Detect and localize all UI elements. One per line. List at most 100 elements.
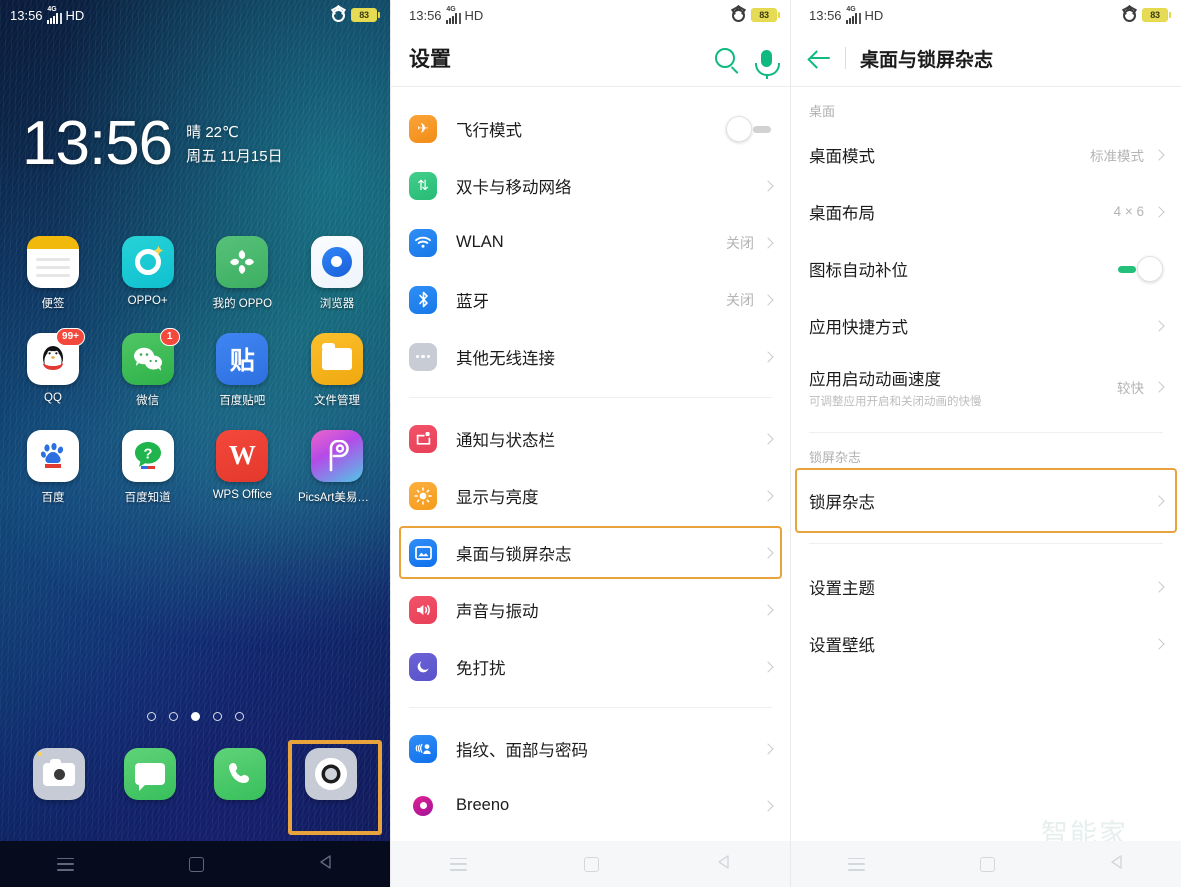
notes-icon[interactable] [27,235,79,288]
detail-row-app-shortcuts[interactable]: 应用快捷方式 [791,297,1181,354]
row-label: 飞行模式 [456,121,522,140]
page-indicator[interactable] [0,712,390,721]
app-tieba[interactable]: 贴 百度贴吧 [203,332,281,408]
detail-row-app-launch-animation-speed[interactable]: 应用启动动画速度 可调整应用开启和关闭动画的快慢 较快 [791,354,1181,420]
detail-row-desktop-layout[interactable]: 桌面布局 4 × 6 [791,183,1181,240]
chevron-right-icon [1153,205,1165,218]
home-icon[interactable] [188,856,204,872]
app-baidu[interactable]: 百度 [14,429,92,505]
settings-gear-icon[interactable] [304,748,357,800]
row-label: 声音与振动 [456,602,539,621]
app-label: 百度知道 [124,491,171,504]
settings-row-dual-sim[interactable]: ⇅ 双卡与移动网络 [391,157,790,214]
row-label: Breeno [456,796,510,814]
menu-icon[interactable] [449,857,467,871]
app-label: OPPO+ [127,294,168,307]
settings-row-airplane-mode[interactable]: ✈ 飞行模式 [391,100,790,157]
my-oppo-icon[interactable] [216,235,269,288]
browser-icon[interactable] [310,235,363,288]
app-oppo-plus[interactable]: ✦ OPPO+ [109,235,187,311]
status-time: 13:56 [809,7,842,23]
chevron-right-icon [762,603,774,616]
picsart-icon[interactable] [310,429,363,482]
row-label: 设置壁纸 [809,636,875,655]
detail-row-desktop-mode[interactable]: 桌面模式 标准模式 [791,126,1181,183]
settings-row-other-wireless[interactable]: 其他无线连接 [391,328,790,385]
row-label: 免打扰 [456,659,506,678]
settings-row-wlan[interactable]: WLAN 关闭 [391,214,790,271]
app-browser[interactable]: 浏览器 [298,235,376,311]
settings-row-desktop-lockscreen[interactable]: 桌面与锁屏杂志 [391,524,790,581]
home-icon[interactable] [979,856,995,872]
app-wechat[interactable]: 1 微信 [109,327,187,408]
wps-office-icon[interactable]: W [216,429,269,482]
settings-row-display-brightness[interactable]: 显示与亮度 [391,467,790,524]
oppo-plus-icon[interactable]: ✦ [121,235,174,288]
settings-row-fingerprint-face-password[interactable]: 指纹、面部与密码 [391,720,790,777]
row-label: 指纹、面部与密码 [456,741,588,760]
home-screen-panel: 13:56 4G HD 83 13:56 晴 22℃ 周五 11月15日 便签 … [0,0,390,887]
qq-icon[interactable]: 99+ [27,327,85,385]
settings-panel: 13:56 4G HD 83 设置 ✈ 飞行模式 ⇅ 双卡与移动网络 WLAN … [390,0,790,887]
nav-bar-home [0,841,390,887]
app-file-manager[interactable]: 文件管理 [298,332,376,408]
detail-row-set-wallpaper[interactable]: 设置壁纸 [791,615,1181,672]
chevron-right-icon [762,489,774,502]
tieba-icon[interactable]: 贴 [216,332,269,385]
app-my-oppo[interactable]: 我的 OPPO [203,235,281,311]
home-icon[interactable] [584,856,600,872]
settings-row-do-not-disturb[interactable]: 免打扰 [391,638,790,695]
search-icon[interactable] [715,48,735,68]
file-manager-icon[interactable] [310,332,363,385]
page-dot-active[interactable] [190,712,200,721]
dock-item-phone[interactable] [201,748,279,800]
fingerprint-face-icon [409,734,437,763]
back-icon[interactable] [717,854,731,874]
detail-row-lockscreen-magazine[interactable]: 锁屏杂志 [791,468,1181,533]
app-label: QQ [44,391,62,404]
detail-header: 桌面与锁屏杂志 [791,30,1181,86]
baidu-zhidao-icon[interactable]: ? [121,429,174,482]
phone-icon[interactable] [214,748,267,800]
detail-row-icon-auto-fill[interactable]: 图标自动补位 [791,240,1181,297]
page-dot[interactable] [168,712,178,721]
baidu-icon[interactable] [27,429,79,482]
menu-icon[interactable] [848,857,866,871]
detail-row-set-theme[interactable]: 设置主题 [791,558,1181,615]
app-wps-office[interactable]: W WPS Office [203,429,281,505]
lockclock-widget[interactable]: 13:56 晴 22℃ 周五 11月15日 [0,113,390,175]
back-arrow-icon[interactable] [809,47,831,69]
messages-icon[interactable] [123,748,176,800]
app-label: 便签 [41,297,65,310]
page-dot[interactable] [146,712,156,721]
row-label: 桌面模式 [809,147,875,166]
mic-icon[interactable] [755,49,780,79]
page-dot[interactable] [234,712,244,721]
camera-icon[interactable] [33,748,86,800]
back-icon[interactable] [1110,854,1124,874]
dock-item-messages[interactable] [111,748,189,800]
settings-row-bluetooth[interactable]: 蓝牙 关闭 [391,271,790,328]
sim-card-icon: ⇅ [409,171,437,200]
settings-row-sound-vibration[interactable]: 声音与振动 [391,581,790,638]
dock-item-camera[interactable] [20,748,98,800]
app-qq[interactable]: 99+ QQ [14,327,92,408]
icon-auto-fill-toggle[interactable] [1117,255,1163,282]
airplane-mode-toggle[interactable] [726,115,772,142]
app-picsart[interactable]: PicsArt美易照... [298,429,376,505]
badge-count: 1 [159,327,180,346]
desktop-lockscreen-icon [409,538,437,567]
back-icon[interactable] [319,854,333,874]
wechat-icon[interactable]: 1 [121,327,180,385]
dock-item-settings[interactable] [292,748,370,800]
menu-icon[interactable] [57,857,75,871]
chevron-right-icon [762,546,774,559]
page-dot[interactable] [212,712,222,721]
app-notes[interactable]: 便签 [14,235,92,311]
chevron-right-icon [762,742,774,755]
app-baidu-zhidao[interactable]: ? 百度知道 [109,429,187,505]
row-value: 关闭 [726,234,754,251]
chevron-right-icon [762,799,774,812]
settings-row-notification-statusbar[interactable]: 通知与状态栏 [391,410,790,467]
settings-row-breeno[interactable]: Breeno [391,777,790,834]
